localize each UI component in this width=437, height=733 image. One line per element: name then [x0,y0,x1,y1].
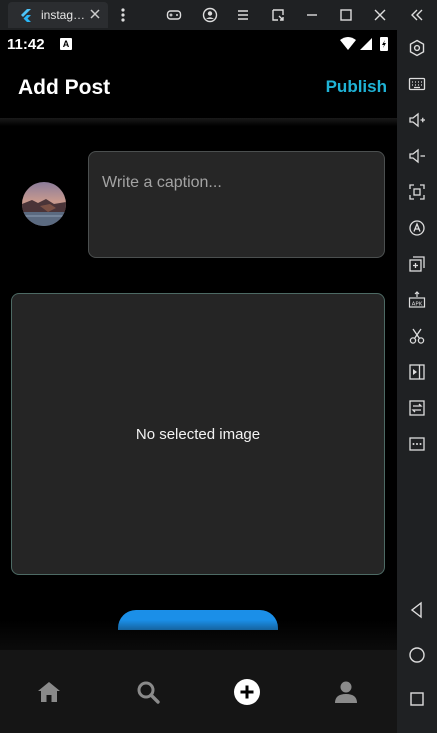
screenshot-icon[interactable] [408,183,426,201]
app-bar: Add Post Publish [0,58,397,118]
bottom-fade [0,620,397,650]
avatar-image [22,182,66,226]
kebab-menu-icon[interactable] [115,7,131,23]
notification-badge: A [60,38,72,50]
multi-instance-icon[interactable] [408,255,426,273]
tab-close-icon[interactable] [88,7,102,21]
no-image-text: No selected image [135,425,261,443]
emulator-toolbar: instag… [0,0,437,30]
sync-icon[interactable] [408,399,426,417]
cut-icon[interactable] [408,327,426,345]
image-preview[interactable]: No selected image [11,293,385,575]
publish-button[interactable]: Publish [326,77,387,97]
app-bar-divider [0,118,397,126]
recents-icon[interactable] [408,690,426,708]
rotate-icon[interactable] [408,219,426,237]
more-icon[interactable] [408,435,426,453]
home-icon[interactable] [35,678,63,706]
menu-icon[interactable] [235,7,251,23]
media-icon[interactable] [408,363,426,381]
page-title: Add Post [18,76,111,99]
flutter-icon [21,9,31,22]
back-icon[interactable] [408,601,426,619]
status-bar: 11:42 A [0,30,397,58]
volume-down-icon[interactable] [408,147,426,165]
keyboard-icon[interactable] [408,75,426,93]
avatar [22,182,66,226]
gamepad-icon[interactable] [166,7,182,23]
svg-text:APK: APK [412,301,423,307]
profile-icon[interactable] [332,678,360,706]
wifi-icon [340,37,356,50]
add-icon[interactable] [233,678,261,706]
status-time: 11:42 [7,36,45,53]
bottom-nav [0,650,397,733]
settings-icon[interactable] [408,39,426,57]
close-icon[interactable] [372,7,388,23]
volume-up-icon[interactable] [408,111,426,129]
collapse-icon[interactable] [409,7,425,23]
signal-icon [360,38,372,50]
caption-field[interactable] [88,151,385,258]
account-icon[interactable] [202,7,218,23]
phone-screen: 11:42 A Add Post Publish Write a caption… [0,30,397,733]
maximize-icon[interactable] [338,7,354,23]
resize-icon[interactable] [270,7,286,23]
minimize-icon[interactable] [304,7,320,23]
caption-input[interactable] [102,174,371,192]
emulator-sidebar: APK [397,30,437,733]
apk-install-icon[interactable]: APK [408,291,426,309]
tab-title: instag… [41,8,86,22]
home-button-icon[interactable] [408,646,426,664]
status-icons [340,37,388,51]
browser-tab[interactable]: instag… [8,2,108,28]
search-icon[interactable] [134,678,162,706]
